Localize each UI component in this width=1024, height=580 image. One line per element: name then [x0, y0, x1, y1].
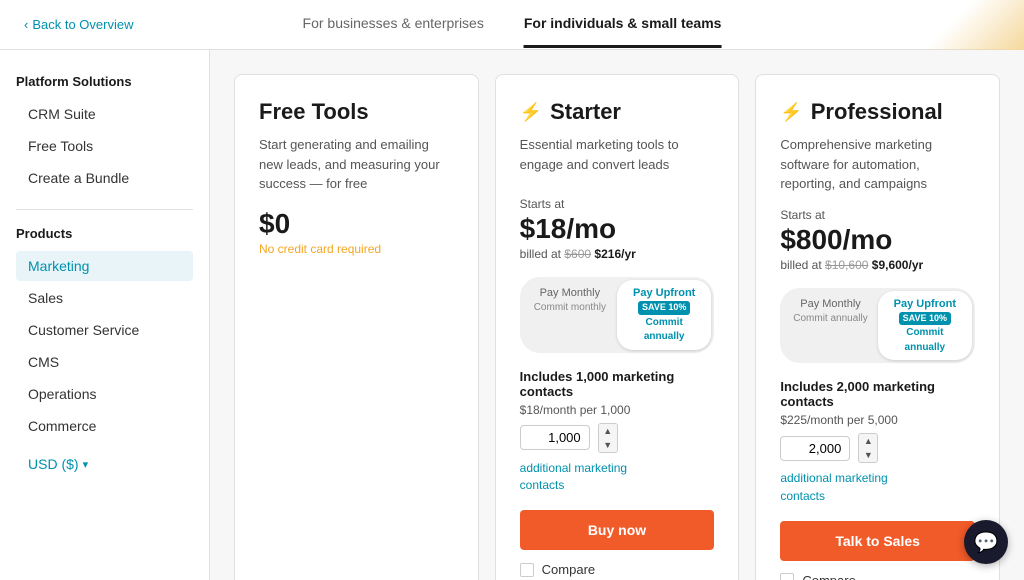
buy-now-button[interactable]: Buy now: [520, 510, 715, 550]
card-starter-title: ⚡ Starter: [520, 99, 715, 125]
contacts-section-starter: Includes 1,000 marketing contacts $18/mo…: [520, 369, 715, 495]
contacts-title-professional: Includes 2,000 marketing contacts: [780, 379, 975, 409]
payment-toggle-starter: Pay Monthly Commit monthly Pay Upfront S…: [520, 277, 715, 353]
strike-price-pro: $10,600: [825, 258, 868, 272]
platform-solutions-title: Platform Solutions: [16, 74, 193, 89]
sidebar-item-customer-service[interactable]: Customer Service: [16, 315, 193, 345]
nav-tabs: For businesses & enterprises For individ…: [303, 1, 722, 48]
pay-upfront-btn-professional[interactable]: Pay Upfront SAVE 10% Commit annually: [878, 291, 972, 361]
main-content: Free Tools Start generating and emailing…: [210, 50, 1024, 580]
sidebar-item-free-tools[interactable]: Free Tools: [16, 131, 193, 161]
contacts-stepper-starter: ▲ ▼: [598, 423, 618, 453]
stepper-down-professional[interactable]: ▼: [859, 448, 877, 462]
tab-businesses[interactable]: For businesses & enterprises: [303, 1, 484, 48]
compare-row-starter: Compare: [520, 562, 715, 577]
chevron-left-icon: ‹: [24, 17, 28, 32]
tab-individuals[interactable]: For individuals & small teams: [524, 1, 722, 48]
commit-annually-label-pro-2: Commit annually: [905, 327, 946, 352]
stepper-up-professional[interactable]: ▲: [859, 434, 877, 448]
billed-amount: $216/yr: [594, 247, 635, 261]
sidebar-item-cms[interactable]: CMS: [16, 347, 193, 377]
back-link-label: Back to Overview: [32, 17, 133, 32]
sidebar-divider: [16, 209, 193, 210]
commit-annually-label-pro-1: Commit annually: [793, 313, 867, 324]
stepper-up-starter[interactable]: ▲: [599, 424, 617, 438]
billed-amount-pro: $9,600/yr: [872, 258, 923, 272]
card-professional-price-note: billed at $10,600 $9,600/yr: [780, 258, 975, 272]
billed-label: billed at: [520, 247, 561, 261]
card-professional-title: ⚡ Professional: [780, 99, 975, 125]
chat-icon: 💬: [974, 530, 999, 555]
sidebar-item-commerce[interactable]: Commerce: [16, 411, 193, 441]
top-nav: ‹ Back to Overview For businesses & ente…: [0, 0, 1024, 50]
currency-selector[interactable]: USD ($) ▾: [16, 449, 193, 479]
pay-monthly-label: Pay Monthly: [540, 287, 601, 299]
lightning-icon-starter: ⚡: [520, 102, 542, 123]
card-professional-price: $800/mo: [780, 224, 975, 256]
contacts-row-professional: ▲ ▼: [780, 433, 975, 463]
card-free: Free Tools Start generating and emailing…: [234, 74, 479, 580]
card-free-title-text: Free Tools: [259, 99, 369, 125]
contacts-row-starter: ▲ ▼: [520, 423, 715, 453]
pay-upfront-label: Pay Upfront: [633, 287, 695, 299]
contacts-price-note-professional: $225/month per 5,000: [780, 413, 975, 427]
currency-label: USD ($): [28, 456, 79, 472]
commit-monthly-label: Commit monthly: [534, 302, 606, 313]
card-starter-price-note: billed at $600 $216/yr: [520, 247, 715, 261]
additional-contacts-link-starter[interactable]: additional marketing contacts: [520, 461, 627, 493]
save-badge-professional: SAVE 10%: [899, 312, 951, 326]
payment-toggle-professional: Pay Monthly Commit annually Pay Upfront …: [780, 288, 975, 364]
billed-label-pro: billed at: [780, 258, 821, 272]
card-professional: ⚡ Professional Comprehensive marketing s…: [755, 74, 1000, 580]
sidebar-item-operations[interactable]: Operations: [16, 379, 193, 409]
card-professional-starts-at: Starts at: [780, 208, 975, 222]
card-starter-price: $18/mo: [520, 213, 715, 245]
pay-monthly-btn-starter[interactable]: Pay Monthly Commit monthly: [523, 280, 617, 350]
commit-annually-label: Commit annually: [644, 317, 685, 342]
contacts-title-starter: Includes 1,000 marketing contacts: [520, 369, 715, 399]
additional-contacts-link-professional[interactable]: additional marketing contacts: [780, 471, 887, 503]
products-title: Products: [16, 226, 193, 241]
contacts-price-note-starter: $18/month per 1,000: [520, 403, 715, 417]
card-starter-description: Essential marketing tools to engage and …: [520, 135, 715, 183]
save-badge-starter: SAVE 10%: [638, 301, 690, 315]
compare-checkbox-starter[interactable]: [520, 563, 534, 577]
card-free-description: Start generating and emailing new leads,…: [259, 135, 454, 194]
card-free-price: $0: [259, 208, 454, 240]
back-link[interactable]: ‹ Back to Overview: [24, 17, 134, 32]
strike-price: $600: [564, 247, 591, 261]
pay-upfront-btn-starter[interactable]: Pay Upfront SAVE 10% Commit annually: [617, 280, 711, 350]
card-professional-description: Comprehensive marketing software for aut…: [780, 135, 975, 194]
sidebar-item-crm-suite[interactable]: CRM Suite: [16, 99, 193, 129]
card-free-no-credit: No credit card required: [259, 242, 454, 256]
compare-row-professional: Compare: [780, 573, 975, 580]
chat-bubble[interactable]: 💬: [964, 520, 1008, 564]
sidebar: Platform Solutions CRM Suite Free Tools …: [0, 50, 210, 580]
pay-upfront-label-pro: Pay Upfront: [894, 298, 956, 310]
sidebar-item-create-bundle[interactable]: Create a Bundle: [16, 163, 193, 193]
chevron-down-icon: ▾: [83, 458, 89, 471]
contacts-input-professional[interactable]: [780, 436, 850, 461]
talk-to-sales-button[interactable]: Talk to Sales: [780, 521, 975, 561]
compare-checkbox-professional[interactable]: [780, 573, 794, 580]
card-starter-starts-at: Starts at: [520, 197, 715, 211]
card-starter-title-text: Starter: [550, 99, 621, 125]
stepper-down-starter[interactable]: ▼: [599, 438, 617, 452]
page-layout: Platform Solutions CRM Suite Free Tools …: [0, 50, 1024, 580]
lightning-icon-professional: ⚡: [780, 102, 802, 123]
pay-monthly-btn-professional[interactable]: Pay Monthly Commit annually: [783, 291, 877, 361]
pricing-grid: Free Tools Start generating and emailing…: [234, 74, 1000, 580]
contacts-stepper-professional: ▲ ▼: [858, 433, 878, 463]
pay-monthly-label-pro: Pay Monthly: [800, 298, 861, 310]
compare-label-starter: Compare: [542, 562, 595, 577]
card-professional-title-text: Professional: [811, 99, 943, 125]
card-free-title: Free Tools: [259, 99, 454, 125]
sidebar-item-marketing[interactable]: Marketing: [16, 251, 193, 281]
contacts-section-professional: Includes 2,000 marketing contacts $225/m…: [780, 379, 975, 505]
sidebar-item-sales[interactable]: Sales: [16, 283, 193, 313]
card-starter: ⚡ Starter Essential marketing tools to e…: [495, 74, 740, 580]
contacts-input-starter[interactable]: [520, 425, 590, 450]
compare-label-professional: Compare: [802, 573, 855, 580]
